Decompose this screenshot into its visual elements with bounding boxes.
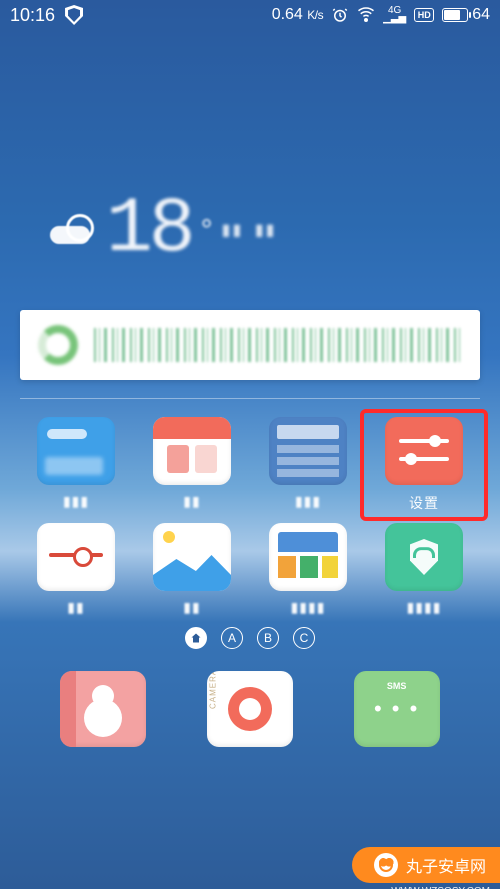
app-label: ▮▮▮ bbox=[63, 493, 89, 511]
app-label: ▮▮▮▮ bbox=[291, 599, 326, 617]
battery-icon bbox=[442, 8, 468, 22]
gallery-app[interactable]: ▮▮ bbox=[136, 523, 248, 617]
watermark-logo-icon bbox=[374, 853, 398, 877]
clock-app-icon bbox=[37, 523, 115, 591]
camera-lens-icon bbox=[239, 698, 261, 720]
files-app-icon bbox=[269, 523, 347, 591]
page-dot-b[interactable]: B bbox=[257, 627, 279, 649]
calculator-app-icon bbox=[269, 417, 347, 485]
weather-cloud-icon bbox=[50, 210, 100, 250]
files-app[interactable]: ▮▮▮▮ bbox=[252, 523, 364, 617]
search-provider-icon bbox=[38, 325, 78, 365]
degree-icon: ° bbox=[198, 215, 216, 249]
net-speed-value: 0.64 bbox=[272, 6, 303, 23]
page-dot-c[interactable]: C bbox=[293, 627, 315, 649]
security-app[interactable]: ▮▮▮▮ bbox=[368, 523, 480, 617]
clock-text: 10:16 bbox=[10, 5, 55, 26]
battery-pct: 64 bbox=[472, 6, 490, 24]
shield-icon bbox=[65, 5, 83, 25]
page-indicator: A B C bbox=[0, 627, 500, 649]
watermark-badge: 丸子安卓网 WWW.WZSQSY.COM bbox=[352, 847, 500, 883]
security-app-icon bbox=[385, 523, 463, 591]
hd-icon: HD bbox=[414, 8, 434, 22]
wifi-icon bbox=[357, 6, 375, 24]
calculator-app[interactable]: ▮▮▮ bbox=[252, 417, 364, 513]
dock bbox=[0, 649, 500, 747]
contacts-app[interactable] bbox=[60, 671, 146, 747]
app-label: ▮▮▮ bbox=[295, 493, 321, 511]
app-label: ▮▮▮▮ bbox=[407, 599, 442, 617]
app-label: ▮▮ bbox=[183, 493, 200, 511]
status-right: 0.64 K/s 4G▁▃▅ HD 64 bbox=[272, 6, 490, 24]
net-speed-unit: K/s bbox=[307, 8, 323, 22]
app-label: ▮▮ bbox=[183, 599, 200, 617]
app-label: 设置 bbox=[409, 493, 439, 511]
gallery-app-icon bbox=[153, 523, 231, 591]
search-placeholder-blur bbox=[94, 328, 462, 362]
weather-range: ▮▮ ▮▮ bbox=[222, 220, 277, 240]
status-left: 10:16 bbox=[10, 5, 83, 26]
settings-app[interactable]: 设置 bbox=[360, 409, 488, 521]
weather-temp: 18 bbox=[106, 186, 192, 274]
app-label: ▮▮ bbox=[67, 599, 84, 617]
camera-app[interactable] bbox=[207, 671, 293, 747]
watermark-text: 丸子安卓网 bbox=[406, 853, 486, 877]
app-grid: ▮▮▮ ▮▮ ▮▮▮ 设置 ▮▮ ▮▮ ▮▮▮▮ ▮▮▮▮ bbox=[0, 399, 500, 617]
search-card[interactable] bbox=[20, 310, 480, 380]
net-speed: 0.64 K/s bbox=[272, 6, 323, 24]
weather-widget[interactable]: 18 ° ▮▮ ▮▮ bbox=[50, 180, 500, 280]
alarm-icon bbox=[331, 6, 349, 24]
signal-4g-icon: 4G▁▃▅ bbox=[383, 7, 406, 23]
label-4g: 4G bbox=[388, 5, 401, 16]
sms-app[interactable] bbox=[354, 671, 440, 747]
status-bar: 10:16 0.64 K/s 4G▁▃▅ HD 64 bbox=[0, 0, 500, 30]
weather-app-icon bbox=[37, 417, 115, 485]
home-page-dot[interactable] bbox=[185, 627, 207, 649]
clock-app[interactable]: ▮▮ bbox=[20, 523, 132, 617]
calendar-app[interactable]: ▮▮ bbox=[136, 417, 248, 513]
weather-app[interactable]: ▮▮▮ bbox=[20, 417, 132, 513]
settings-app-icon bbox=[385, 417, 463, 485]
page-dot-a[interactable]: A bbox=[221, 627, 243, 649]
battery-indicator: 64 bbox=[442, 6, 490, 24]
calendar-app-icon bbox=[153, 417, 231, 485]
